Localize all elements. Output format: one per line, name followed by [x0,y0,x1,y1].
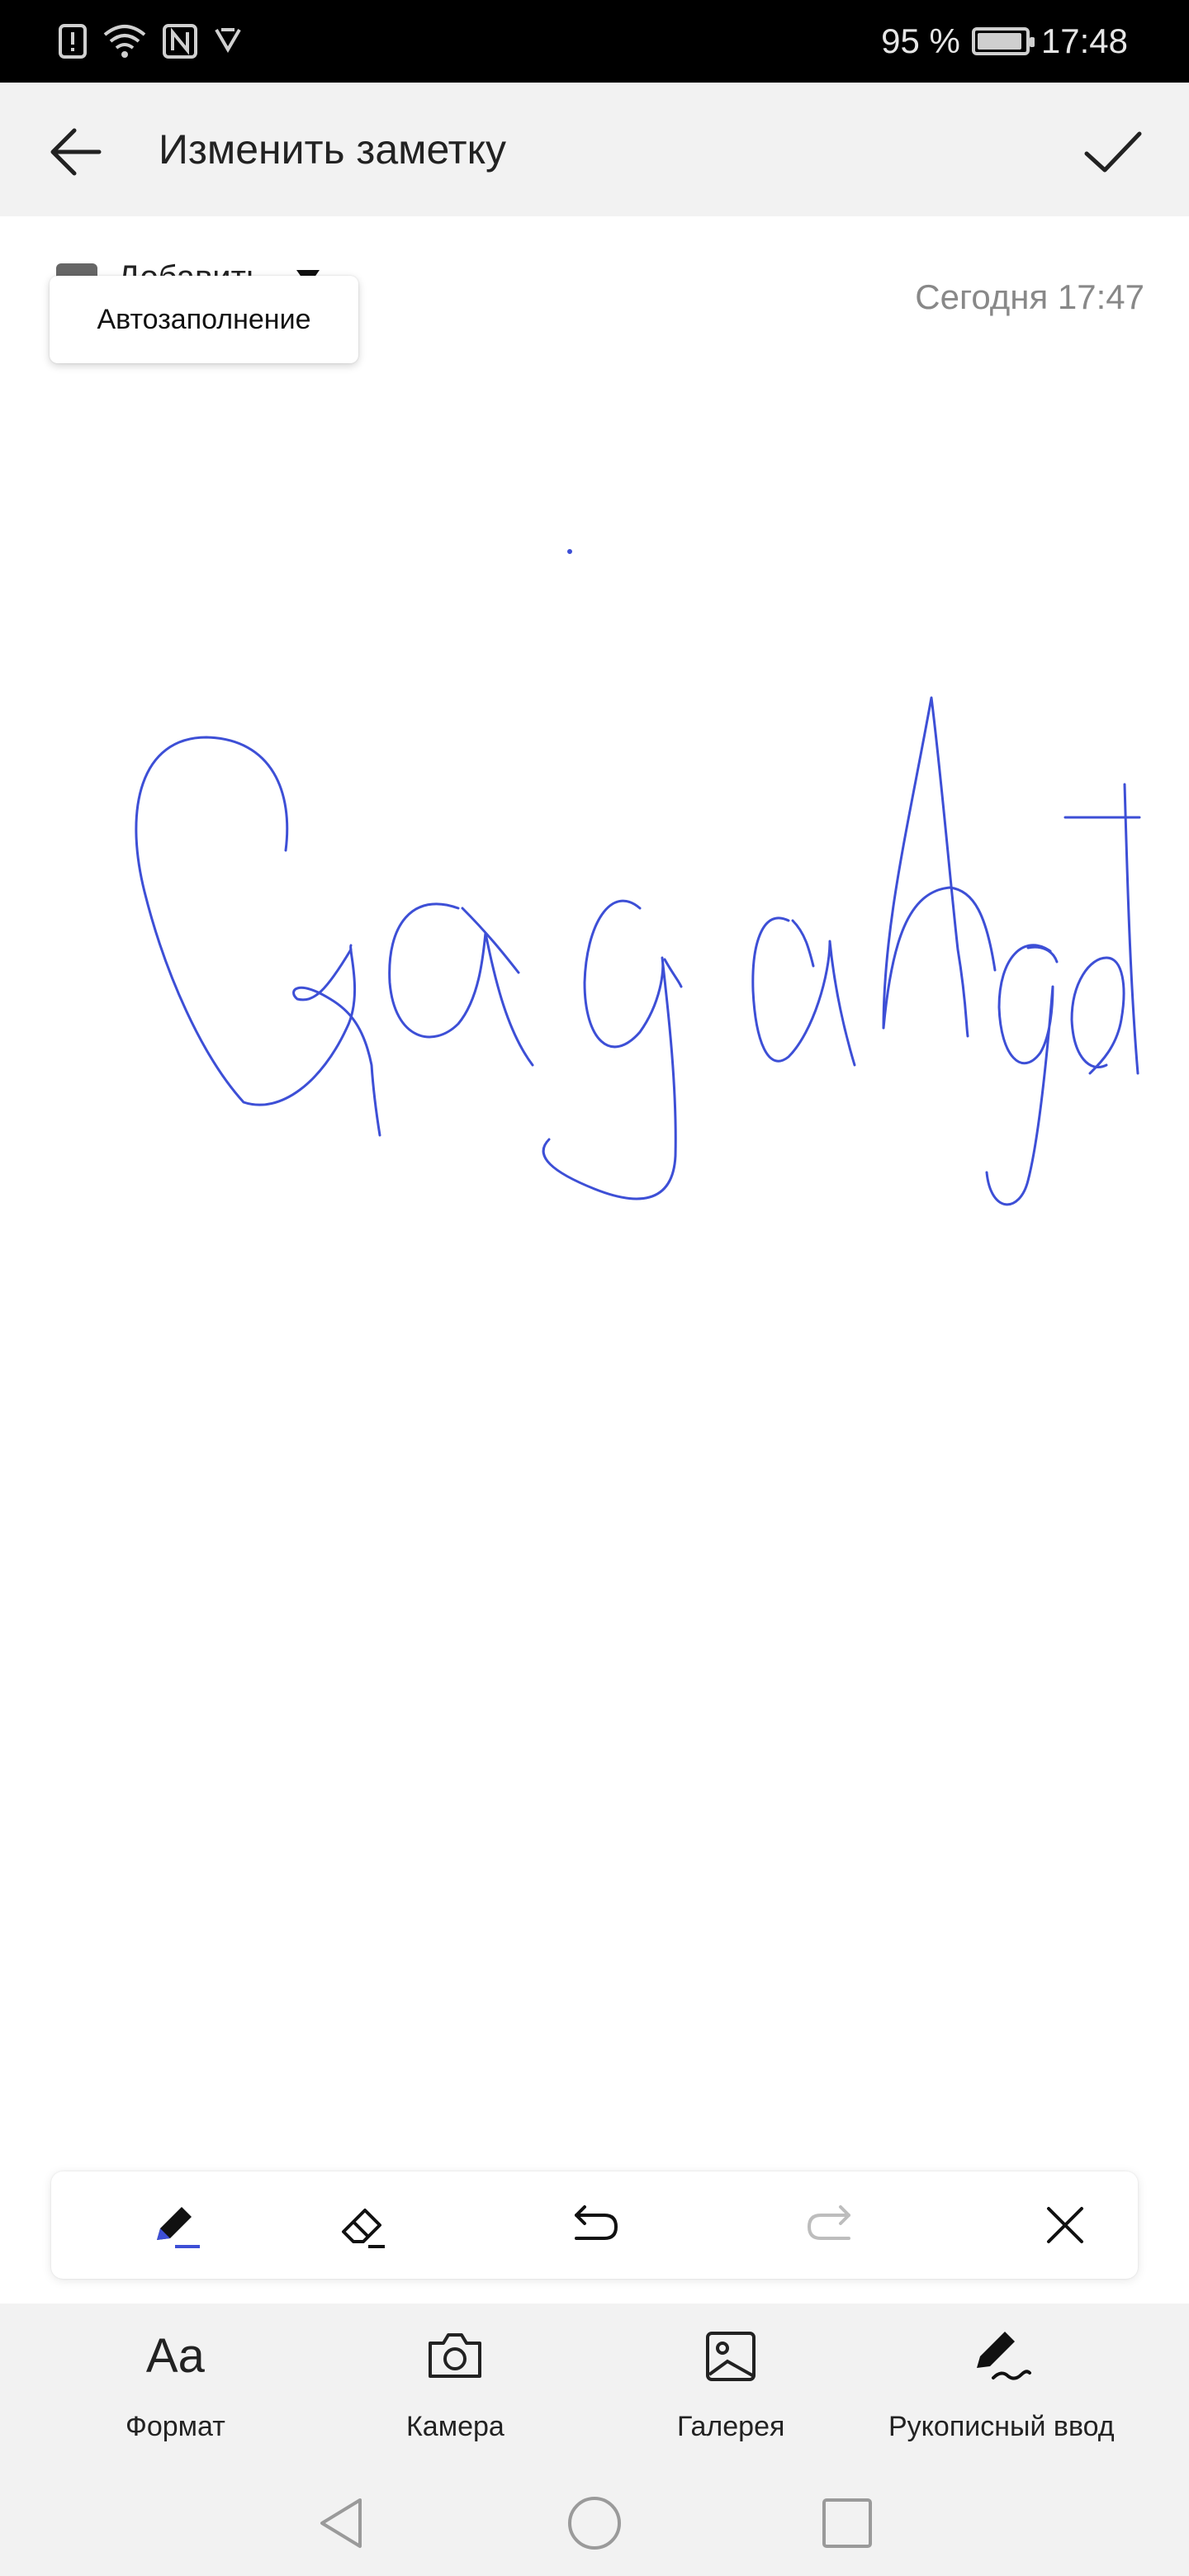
format-label: Формат [126,2411,225,2442]
close-icon[interactable] [1032,2192,1098,2258]
handwriting-label: Рукописный ввод [888,2411,1115,2442]
format-button[interactable]: Aa Формат [126,2323,225,2443]
battery-icon [971,27,1035,55]
recents-square-icon[interactable] [817,2493,877,2553]
app-bar: Изменить заметку [0,83,1189,216]
bottom-toolbar: Aa Формат Камера Галерея Рукописный ввод [0,2304,1189,2469]
battery-percent: 95 % [881,21,960,60]
gallery-icon [706,2332,756,2381]
autofill-popup[interactable]: Автозаполнение [50,276,358,363]
format-icon: Aa [145,2329,205,2383]
status-bar: 95 % 17:48 [0,0,1189,83]
undo-icon[interactable] [561,2192,628,2258]
handwriting-icon [976,2332,1031,2380]
camera-icon [429,2333,482,2378]
pen-icon[interactable] [142,2192,208,2258]
nfc-icon [163,24,197,59]
handwriting-strokes [135,549,1141,1206]
note-date: Сегодня 17:47 [915,277,1144,316]
handwriting-toolbar [51,2171,1138,2279]
arrow-left-icon[interactable] [45,121,107,183]
alert-icon [59,24,87,59]
eraser-icon[interactable] [330,2192,396,2258]
gallery-button[interactable]: Галерея [677,2323,784,2443]
wifi-icon [103,25,146,58]
page-title: Изменить заметку [159,126,507,173]
camera-button[interactable]: Камера [406,2323,504,2443]
gallery-label: Галерея [677,2411,785,2442]
status-right: 95 % 17:48 [881,15,1128,68]
camera-label: Камера [406,2411,504,2442]
handwriting-button[interactable]: Рукописный ввод [888,2323,1115,2443]
back-triangle-icon[interactable] [312,2493,372,2553]
check-icon[interactable] [1082,121,1144,183]
redo-icon[interactable] [798,2192,864,2258]
clock: 17:48 [1040,21,1128,60]
handwriting-canvas[interactable] [0,363,1189,2163]
notification-icon [215,28,241,53]
status-icons-left [58,20,243,63]
navigation-bar [0,2469,1189,2576]
home-circle-icon[interactable] [565,2493,624,2553]
